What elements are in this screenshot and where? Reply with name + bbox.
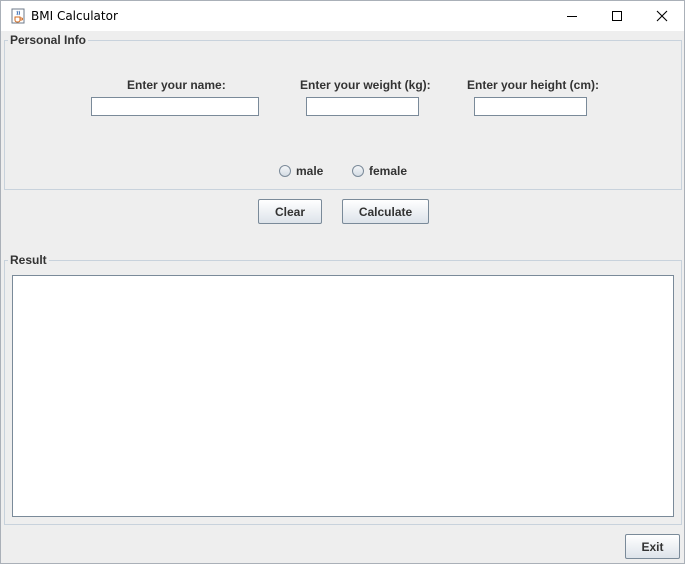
clear-button[interactable]: Clear [258,199,322,224]
radio-button-icon [279,165,291,177]
personal-info-title: Personal Info [8,33,89,47]
height-label: Enter your height (cm): [467,78,600,92]
maximize-icon [612,11,622,21]
height-input[interactable] [474,97,587,116]
close-icon [656,10,668,22]
bmi-calculator-window: BMI Calculator Personal Info Enter your … [0,0,685,564]
weight-input[interactable] [306,97,419,116]
male-radio[interactable]: male [279,164,323,178]
minimize-icon [567,16,577,17]
female-radio-label: female [369,164,408,178]
maximize-button[interactable] [594,1,640,31]
exit-button[interactable]: Exit [625,534,680,559]
java-cup-icon [10,8,26,24]
name-input[interactable] [91,97,259,116]
close-button[interactable] [639,1,685,31]
title-bar: BMI Calculator [1,1,684,31]
weight-label: Enter your weight (kg): [300,78,431,92]
calculate-button[interactable]: Calculate [342,199,429,224]
radio-button-icon [352,165,364,177]
name-label: Enter your name: [127,78,226,92]
result-text-area[interactable] [12,275,674,517]
minimize-button[interactable] [549,1,595,31]
female-radio[interactable]: female [352,164,407,178]
result-title: Result [8,253,49,267]
male-radio-label: male [296,164,324,178]
window-title: BMI Calculator [31,9,118,23]
